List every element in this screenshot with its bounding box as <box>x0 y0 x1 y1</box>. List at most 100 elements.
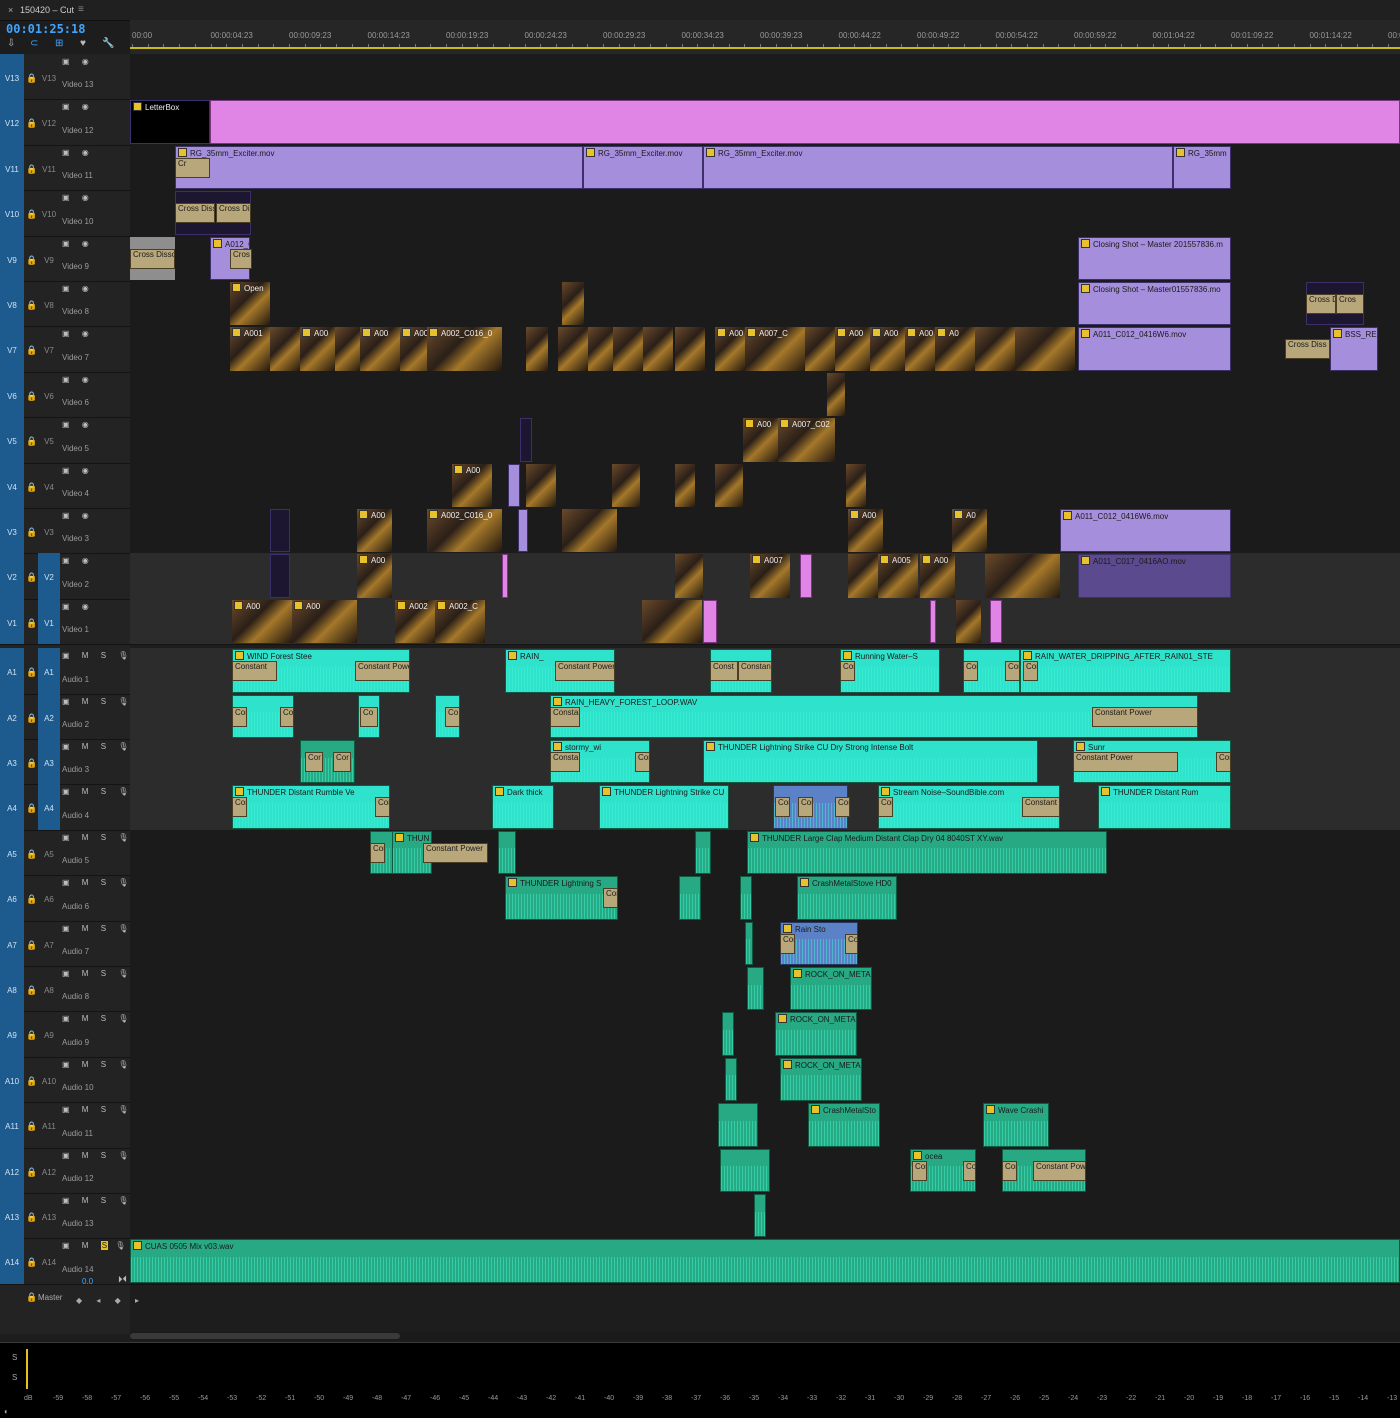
solo-button[interactable]: S <box>101 651 111 660</box>
video-clip[interactable] <box>270 554 290 598</box>
source-patch-toggle[interactable]: V2 <box>38 553 60 599</box>
mute-button[interactable]: M <box>82 1060 94 1069</box>
lock-icon[interactable]: 🔒 <box>26 1076 37 1087</box>
lock-icon[interactable]: 🔒 <box>26 618 37 629</box>
source-patch-toggle[interactable]: V8 <box>38 281 60 326</box>
master-end-icon[interactable]: ⏵⏴ <box>118 1274 127 1285</box>
video-clip[interactable]: A00 <box>920 554 955 598</box>
track-target-toggle[interactable]: A6 <box>0 875 24 921</box>
solo-button[interactable]: S <box>100 1241 109 1251</box>
source-patch-toggle[interactable]: A7 <box>38 921 60 966</box>
lock-icon[interactable]: 🔒 <box>26 209 37 220</box>
audio-track-controls[interactable]: ▣ M S 🎙 <box>62 787 133 796</box>
audio-track-controls[interactable]: ▣ M S 🎙 <box>62 1060 133 1069</box>
audio-track-lane[interactable] <box>130 875 1400 922</box>
transition[interactable]: Cor <box>603 888 618 909</box>
video-clip[interactable] <box>508 463 520 507</box>
track-target-toggle[interactable]: A1 <box>0 648 24 694</box>
video-track-lane[interactable] <box>130 190 1400 237</box>
source-patch-toggle[interactable]: A9 <box>38 1011 60 1056</box>
video-clip[interactable] <box>643 327 673 371</box>
transition[interactable]: Constant Power <box>1092 706 1198 727</box>
transition[interactable]: Co <box>445 706 460 727</box>
transition[interactable]: Cor <box>280 706 294 727</box>
audio-clip[interactable]: CrashMetalStove HD0 <box>797 876 897 920</box>
audio-clip[interactable]: Dark thick <box>492 785 554 829</box>
video-clip[interactable] <box>675 463 695 507</box>
lock-icon[interactable]: 🔒 <box>26 1292 37 1303</box>
source-patch-toggle[interactable]: A4 <box>38 784 60 830</box>
lock-icon[interactable]: 🔒 <box>26 713 37 724</box>
video-clip[interactable]: RG_35mm_Exciter.mov <box>703 145 1173 190</box>
transition[interactable]: Constant Power <box>423 842 488 863</box>
meter-solo-label[interactable]: S <box>12 1353 17 1362</box>
transition[interactable]: Constant <box>1022 797 1060 818</box>
master-volume-value[interactable]: 0.0 <box>82 1277 93 1286</box>
toggle-output-eye-icon[interactable]: ▣ ◉ <box>62 556 94 565</box>
track-target-toggle[interactable]: A7 <box>0 920 24 966</box>
video-clip[interactable]: A002 <box>395 599 435 644</box>
video-clip[interactable] <box>642 599 702 644</box>
audio-clip[interactable]: CrashMetalSto <box>808 1103 880 1147</box>
video-clip[interactable]: Open <box>230 282 270 326</box>
video-clip[interactable]: LetterBox <box>130 100 210 144</box>
transition[interactable]: Constant <box>738 661 772 682</box>
video-clip[interactable]: A005 <box>878 554 918 598</box>
meter-settings-icon[interactable]: ◐ <box>4 1407 9 1416</box>
track-target-toggle[interactable]: A14 <box>0 1238 24 1284</box>
transition[interactable]: Constan <box>550 706 580 727</box>
video-clip[interactable] <box>562 509 617 553</box>
audio-clip[interactable]: RAIN_WATER_DRIPPING_AFTER_RAIN01_STE <box>1020 649 1231 693</box>
meter-solo-label[interactable]: S <box>12 1373 17 1382</box>
lock-icon[interactable]: 🔒 <box>26 436 37 447</box>
toggle-output-eye-icon[interactable]: ▣ ◉ <box>62 375 94 384</box>
source-patch-toggle[interactable]: A11 <box>38 1102 60 1147</box>
keyframe-nav-icons[interactable]: ◆ ◂ ◆ ▸ <box>76 1296 145 1305</box>
video-clip[interactable] <box>270 509 290 553</box>
audio-track-controls[interactable]: ▣ M S 🎙 <box>62 833 133 842</box>
mute-button[interactable]: M <box>82 787 94 796</box>
audio-track-lane[interactable] <box>130 966 1400 1013</box>
track-name[interactable]: Audio 7 <box>62 947 89 956</box>
source-patch-toggle[interactable]: A10 <box>38 1057 60 1102</box>
track-target-toggle[interactable]: A3 <box>0 739 24 785</box>
video-track-lane[interactable] <box>130 462 1400 509</box>
track-target-toggle[interactable]: V6 <box>0 371 24 418</box>
source-patch-toggle[interactable]: A12 <box>38 1148 60 1193</box>
track-name[interactable]: Video 1 <box>62 625 89 634</box>
video-clip[interactable]: Closing Shot – Master01557836.mo <box>1078 282 1231 326</box>
track-target-toggle[interactable]: V8 <box>0 281 24 327</box>
video-clip[interactable] <box>562 282 584 326</box>
audio-track-lane[interactable] <box>130 1056 1400 1104</box>
track-name[interactable]: Video 4 <box>62 489 89 498</box>
track-target-toggle[interactable]: A9 <box>0 1011 24 1057</box>
video-clip[interactable]: RG_35mm <box>1173 145 1231 190</box>
lock-icon[interactable]: 🔒 <box>26 73 37 84</box>
transition[interactable]: Cor <box>232 706 247 727</box>
track-target-toggle[interactable]: A12 <box>0 1147 24 1193</box>
source-patch-toggle[interactable]: A3 <box>38 739 60 785</box>
track-target-toggle[interactable]: A10 <box>0 1056 24 1103</box>
video-clip[interactable] <box>335 327 360 371</box>
track-name[interactable]: Video 7 <box>62 353 89 362</box>
audio-clip[interactable] <box>498 830 516 875</box>
horizontal-scrollbar[interactable] <box>130 1332 1400 1340</box>
close-tab-icon[interactable]: × <box>8 5 13 15</box>
audio-clip[interactable] <box>679 876 701 920</box>
video-clip[interactable]: RG_35mm_Exciter.mov <box>583 145 703 190</box>
track-name[interactable]: Audio 13 <box>62 1219 94 1228</box>
video-clip[interactable] <box>846 463 866 507</box>
video-clip[interactable] <box>1015 327 1075 371</box>
toggle-output-eye-icon[interactable]: ▣ ◉ <box>62 284 94 293</box>
audio-clip[interactable]: THUNDER Lightning S <box>505 876 618 920</box>
video-clip[interactable]: A007_C <box>745 327 805 371</box>
video-clip[interactable]: Closing Shot – Master 201557836.m <box>1078 236 1231 280</box>
video-clip[interactable]: A002_C016_0 <box>427 327 502 371</box>
audio-clip[interactable]: THUNDER Distant Rumble Ve <box>232 785 390 829</box>
solo-button[interactable]: S <box>101 697 111 706</box>
solo-button[interactable]: S <box>101 1105 111 1114</box>
audio-track-lane[interactable] <box>130 920 1400 967</box>
solo-button[interactable]: S <box>101 1196 111 1205</box>
audio-clip[interactable] <box>718 1103 758 1147</box>
transition[interactable]: Cross Diss <box>175 203 215 224</box>
